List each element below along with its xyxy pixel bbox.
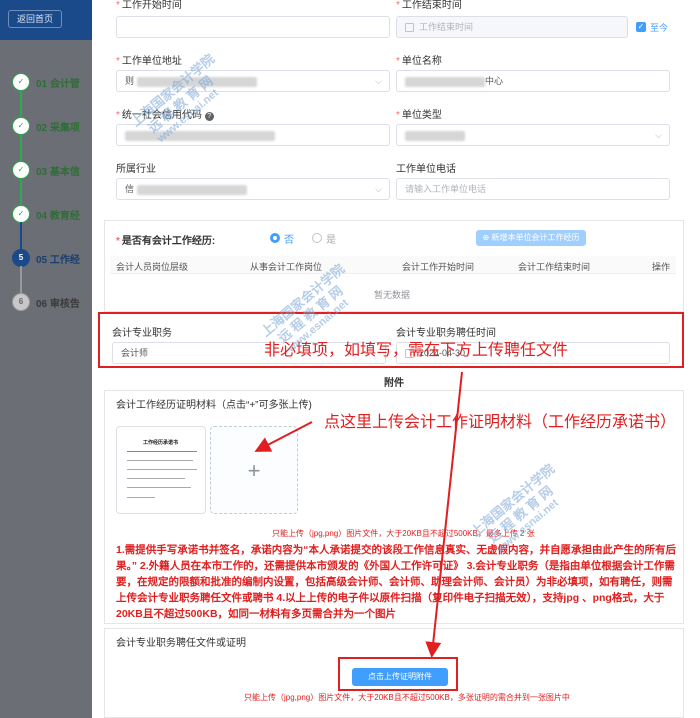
annotation-arrows: [254, 371, 463, 658]
arrow-to-plus: [254, 421, 313, 452]
arrow-to-upload-button: [425, 371, 463, 658]
